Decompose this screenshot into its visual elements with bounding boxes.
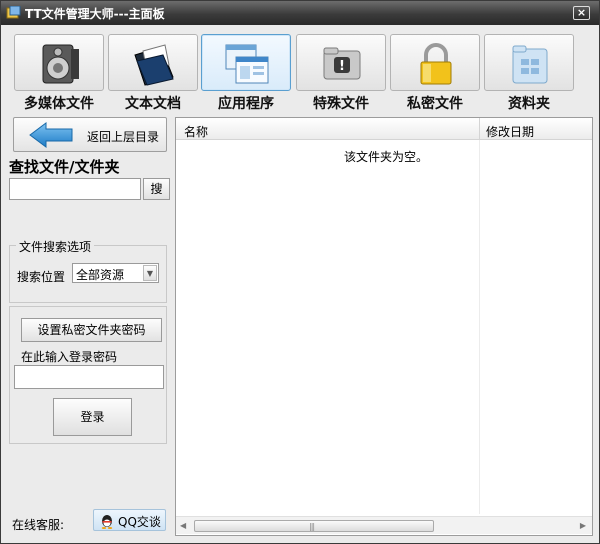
application-window-icon: [225, 44, 269, 84]
scroll-right-icon[interactable]: ▶: [580, 521, 586, 530]
special-folder-icon: !: [323, 47, 361, 80]
chevron-down-icon[interactable]: ▼: [143, 265, 157, 281]
set-password-button[interactable]: 设置私密文件夹密码: [21, 318, 162, 342]
scroll-left-icon[interactable]: ◀: [180, 521, 186, 530]
private-login-group: 设置私密文件夹密码 在此输入登录密码 登录: [9, 306, 167, 444]
tab-data-folder[interactable]: 资料夹: [483, 25, 575, 113]
window-title: TT文件管理大师---主面板: [25, 7, 165, 21]
close-button[interactable]: ×: [573, 6, 590, 20]
back-arrow-icon: [29, 122, 73, 148]
qq-chat-label: QQ交谈: [118, 515, 161, 529]
column-header: 名称 修改日期: [176, 118, 592, 140]
column-divider[interactable]: [479, 118, 480, 140]
qq-penguin-icon: [101, 515, 113, 529]
main-window: TT文件管理大师---主面板 × 多媒体文件 文本文档 应用程序 ! 特殊文件 …: [0, 0, 600, 544]
file-list[interactable]: 名称 修改日期 该文件夹为空。 ◀ ||| ▶: [175, 117, 593, 536]
folder-document-icon: [134, 44, 174, 86]
tab-special-files[interactable]: ! 特殊文件: [295, 25, 387, 113]
tab-multimedia-files[interactable]: 多媒体文件: [13, 25, 105, 113]
tab-applications[interactable]: 应用程序: [200, 25, 292, 113]
tab-label: 特殊文件: [313, 96, 369, 112]
svg-text:!: !: [339, 59, 345, 74]
search-input[interactable]: [9, 178, 141, 200]
back-to-parent-button[interactable]: 返回上层目录: [13, 117, 167, 152]
search-options-legend: 文件搜索选项: [16, 238, 95, 255]
tab-label: 资料夹: [508, 96, 550, 112]
find-title: 查找文件/文件夹: [9, 158, 120, 176]
tab-private-files[interactable]: 私密文件: [389, 25, 481, 113]
scrollbar-thumb[interactable]: |||: [194, 520, 434, 532]
speaker-icon: [42, 44, 79, 84]
title-bar[interactable]: TT文件管理大师---主面板 ×: [1, 1, 599, 25]
tab-text-documents[interactable]: 文本文档: [107, 25, 199, 113]
search-options-group: 文件搜索选项 搜索位置 全部资源 ▼: [9, 238, 167, 303]
location-value: 全部资源: [76, 268, 125, 282]
password-hint: 在此输入登录密码: [21, 350, 118, 364]
tab-label: 私密文件: [407, 96, 463, 112]
password-field[interactable]: [14, 365, 164, 389]
horizontal-scrollbar[interactable]: ◀ ||| ▶: [176, 516, 592, 534]
tab-label: 文本文档: [125, 96, 181, 112]
column-name[interactable]: 名称: [184, 123, 208, 140]
location-select[interactable]: 全部资源 ▼: [72, 263, 159, 283]
location-label: 搜索位置: [17, 270, 66, 284]
category-toolbar: 多媒体文件 文本文档 应用程序 ! 特殊文件 私密文件 资料夹: [1, 25, 599, 113]
column-guide: [479, 140, 480, 514]
data-folder-icon: [512, 45, 548, 84]
online-service-label: 在线客服:: [12, 518, 65, 532]
tab-label: 多媒体文件: [24, 96, 94, 112]
sidebar: 返回上层目录 查找文件/文件夹 搜 文件搜索选项 搜索位置 全部资源 ▼ 设置私…: [8, 113, 170, 533]
grip-icon: |||: [309, 522, 315, 531]
padlock-icon: [420, 43, 452, 85]
back-label: 返回上层目录: [87, 130, 160, 144]
column-modified-date[interactable]: 修改日期: [486, 123, 534, 140]
tab-label: 应用程序: [218, 96, 274, 112]
login-button[interactable]: 登录: [53, 398, 132, 436]
app-icon: [6, 6, 21, 19]
search-button[interactable]: 搜: [143, 178, 170, 200]
empty-folder-message: 该文件夹为空。: [344, 150, 429, 164]
qq-chat-button[interactable]: QQ交谈: [93, 509, 166, 531]
